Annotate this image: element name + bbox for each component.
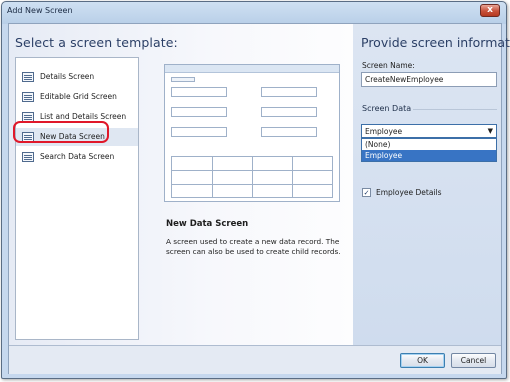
- preview-field: [261, 127, 317, 137]
- preview-field: [261, 87, 317, 97]
- screen-info-pane: Provide screen information: Screen Name:…: [353, 24, 510, 345]
- dropdown-option-none[interactable]: (None): [362, 139, 496, 150]
- preview-grid: [171, 156, 333, 198]
- template-pane: Select a screen template: Details Screen…: [9, 24, 353, 345]
- title-bar[interactable]: Add New Screen x: [2, 2, 506, 22]
- dropdown-arrow-icon[interactable]: ▼: [488, 127, 493, 135]
- template-item-editable-grid-screen[interactable]: Editable Grid Screen: [16, 88, 138, 106]
- screen-data-select[interactable]: Employee ▼: [361, 124, 497, 138]
- template-item-search-data-screen[interactable]: Search Data Screen: [16, 148, 138, 166]
- screen-data-dropdown-list[interactable]: (None) Employee: [361, 138, 497, 162]
- preview-field: [261, 107, 317, 117]
- template-item-label: Details Screen: [40, 72, 95, 81]
- template-preview: [164, 64, 340, 202]
- screen-data-label: Screen Data: [362, 104, 412, 113]
- template-item-details-screen[interactable]: Details Screen: [16, 68, 138, 86]
- employee-details-label: Employee Details: [376, 188, 442, 197]
- preview-header-bar: [165, 65, 339, 73]
- preview-field: [171, 87, 227, 97]
- template-item-label: Editable Grid Screen: [40, 92, 117, 101]
- template-heading: Select a screen template:: [15, 35, 178, 50]
- screen-name-label: Screen Name:: [362, 61, 415, 70]
- screen-info-heading: Provide screen information:: [361, 35, 510, 50]
- window-title: Add New Screen: [7, 6, 73, 15]
- screen-data-selected-value: Employee: [365, 127, 403, 136]
- ok-button[interactable]: OK: [400, 353, 445, 368]
- close-button[interactable]: x: [480, 4, 500, 17]
- screen-template-icon: [22, 152, 34, 162]
- template-description-title: New Data Screen: [166, 219, 249, 229]
- add-new-screen-dialog: Add New Screen x Select a screen templat…: [1, 1, 510, 379]
- dialog-content: Select a screen template: Details Screen…: [8, 23, 510, 374]
- screen-template-icon: [22, 92, 34, 102]
- preview-tab: [171, 77, 195, 82]
- preview-field: [171, 127, 227, 137]
- template-item-label: Search Data Screen: [40, 152, 115, 161]
- preview-field: [171, 107, 227, 117]
- dropdown-option-employee[interactable]: Employee: [362, 150, 496, 161]
- screen-template-icon: [22, 72, 34, 82]
- cancel-button[interactable]: Cancel: [451, 353, 496, 368]
- employee-details-checkbox[interactable]: ✓: [362, 188, 371, 197]
- template-description-text: A screen used to create a new data recor…: [166, 237, 341, 256]
- selection-highlight-ring: [13, 121, 109, 143]
- section-divider: [413, 109, 497, 110]
- dialog-footer: OK Cancel: [9, 345, 501, 374]
- screen-name-input[interactable]: CreateNewEmployee: [361, 72, 497, 87]
- template-list[interactable]: Details Screen Editable Grid Screen List…: [15, 57, 139, 340]
- template-item-label: List and Details Screen: [40, 112, 127, 121]
